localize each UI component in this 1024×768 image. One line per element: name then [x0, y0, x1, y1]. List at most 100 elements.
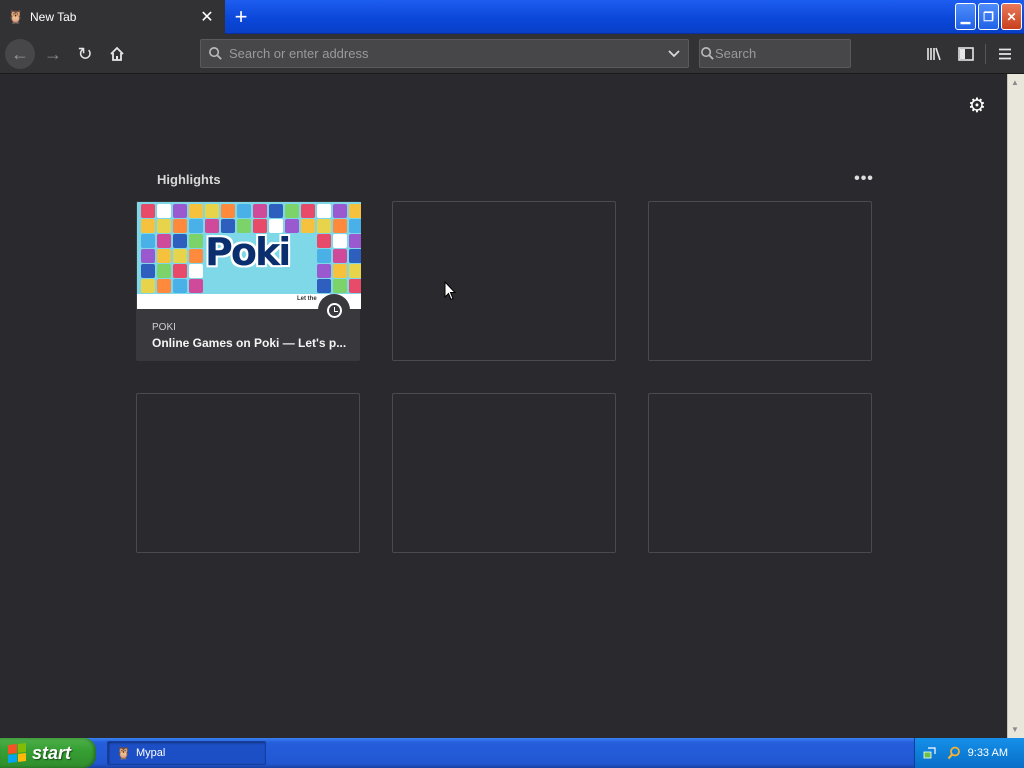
game-tile — [173, 249, 187, 263]
game-tile — [157, 279, 171, 293]
system-tray: 9:33 AM — [914, 738, 1024, 768]
mypal-app-icon: 🦉 — [116, 746, 131, 760]
taskbar-app-label: Mypal — [136, 747, 166, 759]
game-tile — [333, 204, 347, 218]
highlights-title: Highlights — [157, 172, 221, 187]
scroll-down-icon[interactable]: ▼ — [1011, 725, 1019, 734]
start-button[interactable]: start — [0, 738, 96, 768]
game-tile — [173, 219, 187, 233]
game-tile — [189, 249, 203, 263]
game-tile — [301, 219, 315, 233]
empty-highlight-slot — [392, 201, 616, 361]
taskbar: start 🦉 Mypal 9:33 AM — [0, 738, 1024, 768]
sidebar-icon — [958, 47, 974, 61]
forward-button[interactable]: → — [38, 39, 68, 69]
game-tile — [157, 219, 171, 233]
game-tile — [349, 234, 361, 248]
toolbar-separator — [985, 44, 986, 64]
settings-gear-icon[interactable]: ⚙ — [966, 94, 988, 117]
history-badge — [318, 294, 350, 326]
game-tile — [157, 249, 171, 263]
card-site-name: POKI — [152, 322, 176, 333]
search-icon — [201, 46, 229, 61]
game-tile — [333, 264, 347, 278]
close-tab-icon[interactable]: ✕ — [197, 7, 217, 27]
game-tile — [189, 264, 203, 278]
scrollbar[interactable]: ▲ ▼ — [1007, 74, 1024, 738]
game-tile — [173, 204, 187, 218]
home-icon — [110, 46, 124, 61]
taskbar-app-mypal[interactable]: 🦉 Mypal — [107, 741, 266, 765]
arrow-right-icon: → — [44, 43, 62, 64]
thumbnail-tagline: Let the — [297, 296, 317, 302]
scroll-up-icon[interactable]: ▲ — [1011, 78, 1019, 87]
taskbar-clock: 9:33 AM — [967, 747, 1008, 759]
game-tile — [157, 264, 171, 278]
game-tile — [141, 279, 155, 293]
poki-thumbnail: Poki Let the — [137, 202, 361, 309]
close-window-button[interactable]: ✕ — [1001, 3, 1022, 30]
network-icon[interactable] — [921, 745, 939, 761]
menu-button[interactable] — [991, 39, 1019, 69]
game-tile — [349, 219, 361, 233]
library-button[interactable] — [920, 39, 948, 69]
back-button[interactable]: ← — [5, 39, 35, 69]
search-input[interactable] — [715, 46, 891, 61]
empty-highlight-slot — [392, 393, 616, 553]
game-tile — [349, 264, 361, 278]
game-tile — [317, 264, 331, 278]
empty-highlight-slot — [136, 393, 360, 553]
more-options-icon[interactable]: ••• — [852, 170, 876, 188]
sidebar-button[interactable] — [952, 39, 980, 69]
tab-new-tab[interactable]: 🦉 New Tab ✕ — [0, 0, 225, 34]
chevron-down-icon[interactable] — [660, 49, 688, 58]
restore-button[interactable]: ❐ — [978, 3, 999, 30]
game-tile — [157, 204, 171, 218]
game-tile — [189, 204, 203, 218]
game-tile — [189, 219, 203, 233]
game-tile — [333, 249, 347, 263]
search-bar[interactable] — [699, 39, 891, 68]
game-tile — [237, 204, 251, 218]
empty-highlight-slot — [648, 393, 872, 553]
hamburger-menu-icon — [999, 48, 1011, 60]
game-tile — [173, 264, 187, 278]
game-tile — [269, 204, 283, 218]
game-tile — [253, 204, 267, 218]
home-button[interactable] — [102, 39, 132, 69]
game-tile — [333, 219, 347, 233]
game-tile — [141, 264, 155, 278]
game-tile — [157, 234, 171, 248]
game-tile — [221, 204, 235, 218]
arrow-left-icon: ← — [11, 43, 29, 64]
address-bar[interactable] — [200, 39, 689, 68]
game-tile — [317, 234, 331, 248]
game-tile — [173, 234, 187, 248]
game-tile — [301, 204, 315, 218]
card-title: Online Games on Poki — Let's p... — [152, 336, 347, 350]
windows-logo-icon — [8, 743, 26, 763]
game-tile — [189, 234, 203, 248]
game-tile — [333, 234, 347, 248]
navigation-toolbar: ← → ↻ — [0, 34, 1024, 74]
game-tile — [141, 249, 155, 263]
search-icon — [700, 46, 715, 61]
tab-title: New Tab — [30, 10, 77, 24]
game-tile — [189, 279, 203, 293]
reload-button[interactable]: ↻ — [70, 39, 100, 69]
minimize-button[interactable]: ▁ — [955, 3, 976, 30]
game-tile — [349, 279, 361, 293]
address-input[interactable] — [229, 46, 660, 61]
game-tile — [141, 234, 155, 248]
new-tab-button[interactable]: + — [228, 4, 254, 30]
game-tile — [317, 279, 331, 293]
game-tile — [317, 249, 331, 263]
reload-icon: ↻ — [77, 43, 93, 64]
game-tile — [333, 279, 347, 293]
mypal-favicon-icon: 🦉 — [7, 9, 25, 24]
game-tile — [205, 204, 219, 218]
highlight-card[interactable]: Poki Let the POKI Online Games on Poki —… — [136, 201, 361, 361]
game-tile — [141, 204, 155, 218]
magnifier-icon[interactable] — [945, 745, 963, 761]
new-tab-page: ⚙ Highlights ••• Poki Let the POKI Onlin… — [0, 74, 1007, 738]
